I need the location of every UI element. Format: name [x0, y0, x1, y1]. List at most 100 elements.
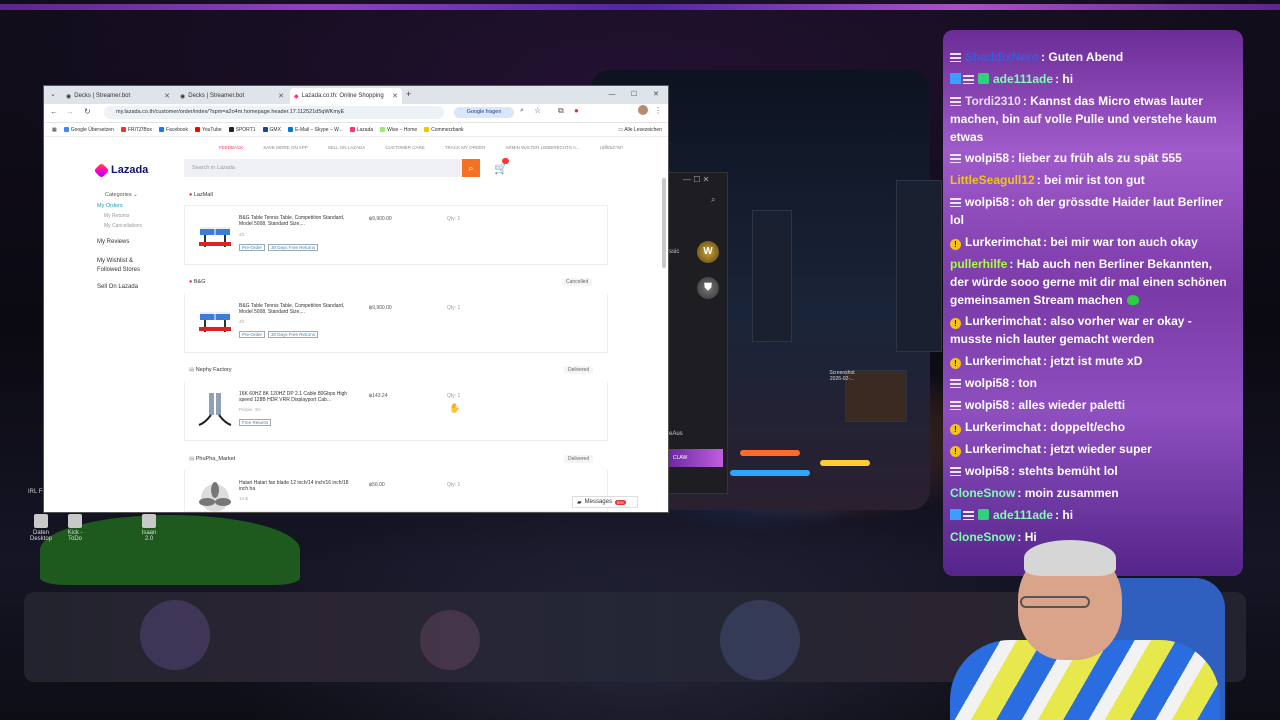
- nav-link[interactable]: เปลี่ยนภาษา: [600, 144, 624, 151]
- sidebar-my-returns[interactable]: My Returns: [104, 213, 130, 219]
- product-title[interactable]: 16K 60HZ 8K 120HZ DP 2.1 Cable 80Gbps Hi…: [239, 391, 349, 403]
- nav-link[interactable]: FEEDBACK: [219, 145, 243, 150]
- bookmark-star-icon[interactable]: ☆: [534, 106, 541, 115]
- close-icon[interactable]: ✕: [278, 92, 284, 100]
- desktop-icon[interactable]: Kick - ToDo: [64, 514, 86, 542]
- tab-streamerbot-2[interactable]: ◉ Decks | Streamer.bot ✕: [176, 88, 288, 104]
- nav-link[interactable]: TRACK MY ORDER: [445, 145, 486, 150]
- address-bar-row: ← → ↻ my.lazada.co.th/customer/order/ind…: [44, 104, 668, 123]
- lazada-favicon-icon: ◆: [294, 93, 299, 100]
- tab-streamerbot-1[interactable]: ◉ Decks | Streamer.bot ✕: [62, 88, 174, 104]
- maximize-icon[interactable]: ☐: [626, 88, 642, 102]
- menu-icon[interactable]: ⋮: [654, 106, 662, 115]
- nav-link[interactable]: ARMIN WALTER LIEBERECHTS A...: [505, 145, 579, 150]
- extension-icon[interactable]: ●: [574, 106, 579, 115]
- page-scrollbar[interactable]: [662, 178, 666, 268]
- viewer-badge-icon: [950, 97, 961, 106]
- bookmark-item[interactable]: YouTube: [194, 127, 222, 133]
- tab-lazada[interactable]: ◆ Lazada.co.th: Online Shopping ✕: [290, 88, 402, 104]
- order-card[interactable]: B&G Table Tennis Table, Competition Stan…: [184, 293, 608, 353]
- minimize-icon[interactable]: —: [604, 88, 620, 102]
- zoom-icon[interactable]: ⌕: [520, 107, 524, 115]
- order-store-header[interactable]: ● LazMall: [189, 192, 213, 198]
- warning-badge-icon: !: [950, 446, 961, 457]
- chat-text: Hi: [1024, 530, 1037, 544]
- order-card[interactable]: 16K 60HZ 8K 120HZ DP 2.1 Cable 80Gbps Hi…: [184, 381, 608, 441]
- bookmark-item[interactable]: GMX: [262, 127, 281, 133]
- order-store-header[interactable]: ● B&G: [189, 279, 205, 285]
- categories-menu[interactable]: Categories ⌄: [105, 192, 138, 198]
- back-icon[interactable]: ←: [50, 107, 58, 116]
- bookmark-item[interactable]: Lazada: [349, 127, 373, 133]
- chat-username: Lurkerimchat: [965, 420, 1042, 434]
- world-of-tanks-icon[interactable]: ⛊: [697, 277, 719, 299]
- subscriber-badge-icon: [978, 73, 989, 84]
- webcam-person-glasses: [1020, 596, 1090, 608]
- order-store-header[interactable]: ▤ Nephy Factory: [189, 367, 232, 373]
- nav-link[interactable]: SAVE MORE ON APP: [263, 145, 307, 150]
- new-tab-button[interactable]: +: [406, 89, 411, 99]
- window-controls[interactable]: — ☐ ✕: [683, 175, 709, 184]
- forward-icon[interactable]: →: [66, 107, 74, 116]
- sidebar-wishlist[interactable]: My Wishlist & Followed Stores: [97, 257, 157, 275]
- apps-icon[interactable]: ▦: [52, 127, 57, 133]
- screenshot-desktop-icon[interactable]: Screenshot 2026-02-...: [826, 370, 858, 382]
- extensions-icon[interactable]: ⧉: [558, 106, 564, 116]
- desktop-icon[interactable]: Isaan 2.0: [138, 514, 160, 542]
- chat-username: Tordi2310: [965, 94, 1021, 108]
- bookmark-item[interactable]: Google Übersetzen: [63, 127, 114, 133]
- chat-username: Lurkerimchat: [965, 442, 1042, 456]
- tab-list-icon[interactable]: ⌄: [50, 90, 56, 98]
- close-window-icon[interactable]: ✕: [648, 88, 664, 102]
- world-of-warships-icon[interactable]: W: [697, 241, 719, 263]
- bookmark-item[interactable]: FRITZ!Box: [120, 127, 152, 133]
- chat-message: ade111ade: hi: [950, 70, 1230, 88]
- messages-badge: 999: [614, 499, 626, 505]
- bookmark-item[interactable]: SPORT1: [228, 127, 256, 133]
- search-button[interactable]: ⌕: [462, 159, 480, 177]
- sidebar-my-reviews[interactable]: My Reviews: [97, 239, 129, 245]
- chat-message: wolpi58: lieber zu früh als zu spät 555: [950, 149, 1230, 167]
- profile-avatar[interactable]: [638, 105, 648, 115]
- order-card[interactable]: B&G Table Tennis Table, Competition Stan…: [184, 205, 608, 265]
- sidebar-my-cancellations[interactable]: My Cancellations: [104, 223, 142, 229]
- nav-link[interactable]: SELL ON LAZADA: [328, 145, 366, 150]
- all-bookmarks-folder[interactable]: ▭ Alle Lesezeichen: [618, 127, 668, 133]
- product-variant: 4ft: [239, 232, 245, 237]
- close-icon[interactable]: ✕: [164, 92, 170, 100]
- url-input[interactable]: my.lazada.co.th/customer/order/index/?sp…: [104, 106, 444, 119]
- order-status-badge: Delivered: [564, 455, 594, 463]
- chat-message: LittleSeagull12: bei mir ist ton gut: [950, 173, 1145, 187]
- google-ask-button[interactable]: Google fragen: [454, 107, 514, 118]
- file-icon: [68, 514, 82, 528]
- chat-text: moin zusammen: [1024, 486, 1119, 500]
- bookmark-item[interactable]: Commerzbank: [424, 127, 464, 133]
- sidebar-my-orders[interactable]: My Orders: [97, 203, 123, 209]
- lazada-logo[interactable]: Lazada: [93, 162, 148, 178]
- search-input[interactable]: Search in Lazada: [184, 159, 462, 177]
- bookmark-item[interactable]: Facebook: [159, 127, 188, 133]
- bookmarks-bar: ▦ Google Übersetzen FRITZ!Box Facebook Y…: [44, 123, 668, 137]
- messages-button[interactable]: ▰ Messages 999: [572, 496, 638, 508]
- product-thumbnail: [199, 482, 231, 512]
- claw-banner[interactable]: CLAW: [669, 449, 723, 467]
- viewer-badge-icon: [950, 401, 961, 410]
- reload-icon[interactable]: ↻: [84, 107, 91, 116]
- cart-badge: [502, 158, 509, 164]
- product-title[interactable]: B&G Table Tennis Table, Competition Stan…: [239, 215, 349, 227]
- search-icon[interactable]: ⌕: [711, 195, 715, 205]
- chat-message: ! Lurkerimchat: jetzt wieder super: [950, 440, 1230, 458]
- order-card[interactable]: Hatari Hatari fan blade 12 inch/14 inch/…: [184, 470, 608, 512]
- order-store-header[interactable]: ▤ PhuPha_Market: [189, 456, 235, 462]
- product-title[interactable]: B&G Table Tennis Table, Competition Stan…: [239, 303, 349, 315]
- bookmark-item[interactable]: E-Mail – Skype – W...: [287, 127, 343, 133]
- building-graphic: [752, 210, 792, 342]
- bookmark-item[interactable]: Wise – Home: [380, 127, 417, 133]
- chat-username: pullerhilfe: [950, 257, 1008, 271]
- chat-text: stehts bemüht lol: [1018, 464, 1118, 478]
- product-title[interactable]: Hatari Hatari fan blade 12 inch/14 inch/…: [239, 480, 349, 492]
- sidebar-sell[interactable]: Sell On Lazada: [97, 284, 138, 290]
- nav-link[interactable]: CUSTOMER CARE: [385, 145, 424, 150]
- desktop-icon[interactable]: Daten Desktop: [30, 514, 52, 542]
- close-icon[interactable]: ✕: [392, 92, 398, 100]
